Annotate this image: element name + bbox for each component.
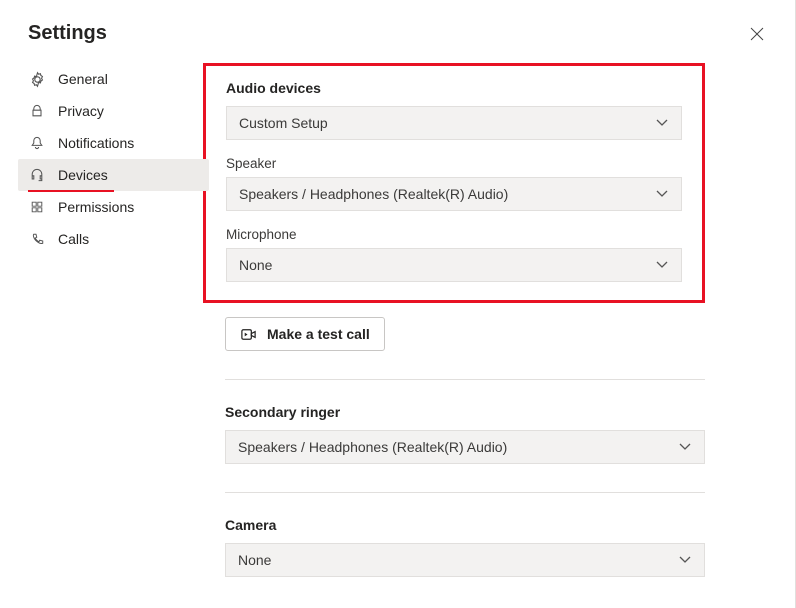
sidebar-item-label: General [58,71,108,87]
close-icon [749,26,765,42]
audio-device-value: Custom Setup [239,115,328,131]
chevron-down-icon [678,440,692,454]
chevron-down-icon [655,258,669,272]
camera-value: None [238,552,271,568]
lock-icon [28,102,46,120]
headset-icon [28,166,46,184]
sidebar-item-general[interactable]: General [18,63,209,95]
chevron-down-icon [655,116,669,130]
secondary-ringer-value: Speakers / Headphones (Realtek(R) Audio) [238,439,507,455]
main-content: Audio devices Custom Setup Speaker Speak… [215,63,795,577]
audio-devices-highlight: Audio devices Custom Setup Speaker Speak… [203,63,705,303]
speaker-select[interactable]: Speakers / Headphones (Realtek(R) Audio) [226,177,682,211]
sidebar-item-notifications[interactable]: Notifications [18,127,209,159]
audio-devices-heading: Audio devices [226,80,682,96]
bell-icon [28,134,46,152]
sidebar-item-calls[interactable]: Calls [18,223,209,255]
sidebar-item-privacy[interactable]: Privacy [18,95,209,127]
sidebar-item-label: Privacy [58,103,104,119]
speaker-label: Speaker [226,156,682,171]
make-test-call-label: Make a test call [267,326,370,342]
chevron-down-icon [655,187,669,201]
sidebar-item-label: Devices [58,167,108,183]
close-button[interactable] [749,26,765,42]
test-call-icon [240,326,257,343]
sidebar-item-devices[interactable]: Devices [18,159,209,191]
microphone-value: None [239,257,272,273]
gear-icon [28,70,46,88]
camera-heading: Camera [225,517,705,533]
sidebar: General Privacy Notifications Devices [0,63,215,255]
speaker-value: Speakers / Headphones (Realtek(R) Audio) [239,186,508,202]
chevron-down-icon [678,553,692,567]
audio-device-select[interactable]: Custom Setup [226,106,682,140]
camera-select[interactable]: None [225,543,705,577]
sidebar-item-label: Notifications [58,135,134,151]
divider [225,492,705,493]
sidebar-item-permissions[interactable]: Permissions [18,191,209,223]
sidebar-item-label: Calls [58,231,89,247]
phone-icon [28,230,46,248]
secondary-ringer-heading: Secondary ringer [225,404,705,420]
microphone-label: Microphone [226,227,682,242]
apps-icon [28,198,46,216]
microphone-select[interactable]: None [226,248,682,282]
make-test-call-button[interactable]: Make a test call [225,317,385,351]
secondary-ringer-select[interactable]: Speakers / Headphones (Realtek(R) Audio) [225,430,705,464]
page-title: Settings [28,22,107,45]
sidebar-item-label: Permissions [58,199,134,215]
divider [225,379,705,380]
